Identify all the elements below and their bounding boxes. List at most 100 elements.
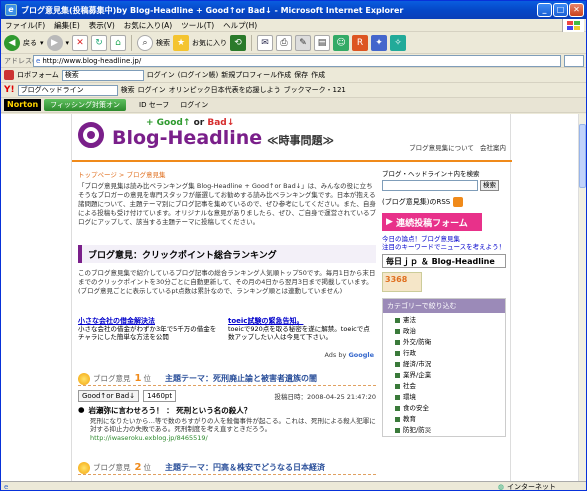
menu-help[interactable]: ヘルプ(H) bbox=[223, 20, 257, 31]
category-item[interactable]: 外交/防衛 bbox=[395, 337, 501, 348]
phishing-protection-toggle[interactable]: フィッシング対策オン bbox=[44, 99, 127, 111]
good-bad-button[interactable]: Good↑or Bad↓ bbox=[78, 390, 140, 402]
roboform-login-link[interactable]: ログイン bbox=[147, 70, 175, 80]
new-profile-link[interactable]: 新規プロフィール作成 bbox=[221, 70, 291, 80]
discuss-icon[interactable]: ▤ bbox=[314, 34, 331, 51]
plugin-icon-2[interactable]: ✧ bbox=[390, 34, 407, 51]
forward-arrow-icon[interactable]: ▶ bbox=[46, 34, 63, 51]
ad-text: toeicで920点を取る秘密を遂に解禁。toeicで点数アップしたい人は今見て… bbox=[228, 325, 370, 341]
rss-label[interactable]: (ブログ意見集)のRSS bbox=[382, 197, 450, 207]
make-link[interactable]: 作成 bbox=[311, 70, 325, 80]
ad-item[interactable]: 小さな会社の借金解決法 小さな会社の借金がわずか3年で5千万の借金を チャラにし… bbox=[78, 317, 223, 341]
category-label[interactable]: 行政 bbox=[403, 348, 416, 359]
yahoo-search-button[interactable]: 検索 bbox=[121, 85, 135, 95]
site-logo-icon[interactable] bbox=[78, 122, 104, 148]
yahoo-login-link[interactable]: ログイン bbox=[138, 85, 166, 95]
back-dropdown-icon[interactable]: ▾ bbox=[40, 39, 44, 47]
ads-by-google[interactable]: Ads by Google bbox=[324, 351, 374, 359]
favorites-star-icon[interactable]: ★ bbox=[173, 34, 190, 51]
entry-url[interactable]: http://iwaseroku.exblog.jp/8465519/ bbox=[90, 434, 376, 442]
menu-file[interactable]: ファイル(F) bbox=[5, 20, 45, 31]
entry-theme-link[interactable]: 主題テーマ：死刑廃止論と被害者遺族の闇 bbox=[165, 373, 317, 384]
menu-tools[interactable]: ツール(T) bbox=[181, 20, 214, 31]
roboform-label[interactable]: ロボフォーム bbox=[17, 70, 59, 80]
category-item[interactable]: 政治 bbox=[395, 326, 501, 337]
category-item[interactable]: 経済/市況 bbox=[395, 359, 501, 370]
maximize-button[interactable]: □ bbox=[553, 3, 568, 17]
norton-login-link[interactable]: ログイン bbox=[180, 100, 208, 110]
category-label[interactable]: 教育 bbox=[403, 414, 416, 425]
category-label[interactable]: 外交/防衛 bbox=[403, 337, 431, 348]
category-item[interactable]: 環境 bbox=[395, 392, 501, 403]
menu-edit[interactable]: 編集(E) bbox=[54, 20, 80, 31]
print-icon[interactable]: ⎙ bbox=[276, 34, 293, 51]
research-icon[interactable]: R bbox=[352, 34, 369, 51]
id-safe-link[interactable]: ID セーフ bbox=[139, 100, 169, 110]
edit-icon[interactable]: ✎ bbox=[295, 34, 312, 51]
category-label[interactable]: 環境 bbox=[403, 392, 416, 403]
ad-item[interactable]: toeic試験の緊急告知。 toeicで920点を取る秘密を遂に解禁。toeic… bbox=[228, 317, 373, 341]
sidebar-search-button[interactable]: 検索 bbox=[480, 180, 499, 191]
history-icon[interactable]: ⟲ bbox=[230, 34, 247, 51]
category-label[interactable]: 政治 bbox=[403, 326, 416, 337]
entry-title-text[interactable]: 岩瀬弥に言わせろう！ ： 死刑という名の殺人？ bbox=[89, 405, 252, 416]
vertical-scrollbar[interactable] bbox=[578, 114, 586, 481]
rss-link[interactable]: (ブログ意見集)のRSS bbox=[382, 197, 506, 207]
save-link[interactable]: 保存 bbox=[294, 70, 308, 80]
category-label[interactable]: 防犯/防災 bbox=[403, 425, 431, 436]
category-item[interactable]: 教育 bbox=[395, 414, 501, 425]
category-item[interactable]: 防犯/防災 bbox=[395, 425, 501, 436]
category-label[interactable]: 経済/市況 bbox=[403, 359, 431, 370]
category-label[interactable]: 社会 bbox=[403, 381, 416, 392]
mail-icon[interactable]: ✉ bbox=[257, 34, 274, 51]
favorites-button-label[interactable]: お気に入り bbox=[192, 38, 227, 48]
menu-favorites[interactable]: お気に入り(A) bbox=[124, 20, 172, 31]
site-logo-text[interactable]: Blog-Headline bbox=[112, 127, 262, 149]
minimize-button[interactable]: _ bbox=[537, 3, 552, 17]
category-item[interactable]: 社会 bbox=[395, 381, 501, 392]
category-item[interactable]: 業界/企業 bbox=[395, 370, 501, 381]
olympic-link[interactable]: オリンピック日本代表を応援しよう bbox=[169, 85, 281, 95]
entry-title[interactable]: ● 岩瀬弥に言わせろう！ ： 死刑という名の殺人？ bbox=[78, 405, 376, 416]
category-label[interactable]: 業界/企業 bbox=[403, 370, 431, 381]
search-button-label[interactable]: 検索 bbox=[156, 38, 170, 48]
category-item[interactable]: 行政 bbox=[395, 348, 501, 359]
ad-title[interactable]: toeic試験の緊急告知。 bbox=[228, 317, 373, 325]
breadcrumb[interactable]: トップページ > ブログ意見集 bbox=[78, 169, 165, 179]
address-url[interactable]: http://www.blog-headline.jp/ bbox=[42, 57, 141, 65]
mainichi-banner[interactable]: 毎日ｊｐ ＆ Blog-Headline bbox=[382, 254, 506, 268]
entry-theme-link[interactable]: 主題テーマ：円高＆株安でどうなる日本経済 bbox=[165, 462, 325, 473]
forward-dropdown-icon[interactable]: ▾ bbox=[66, 39, 70, 47]
yahoo-search-input[interactable]: ブログヘッドライン bbox=[17, 84, 118, 96]
back-arrow-icon[interactable]: ◀ bbox=[4, 34, 20, 51]
toolbar-separator bbox=[131, 34, 133, 51]
home-icon[interactable]: ⌂ bbox=[110, 34, 127, 51]
category-label[interactable]: 食の安全 bbox=[403, 403, 429, 414]
address-dropdown-icon[interactable] bbox=[564, 54, 584, 67]
category-item[interactable]: 憲法 bbox=[395, 315, 501, 326]
company-link[interactable]: 会社案内 bbox=[480, 144, 506, 152]
news-link-1[interactable]: 今日の論点！ブログ意見集 bbox=[382, 235, 506, 243]
yahoo-bookmark-link[interactable]: ブックマーク・121 bbox=[284, 85, 346, 95]
about-link[interactable]: ブログ意見集について bbox=[409, 144, 474, 152]
category-label[interactable]: 憲法 bbox=[403, 315, 416, 326]
rss-icon[interactable] bbox=[453, 197, 464, 207]
address-input[interactable]: e http://www.blog-headline.jp/ bbox=[33, 54, 561, 67]
post-form-label[interactable]: 連続投稿フォーム bbox=[396, 216, 468, 229]
scrollbar-thumb[interactable] bbox=[579, 124, 586, 188]
menu-view[interactable]: 表示(V) bbox=[89, 20, 115, 31]
close-button[interactable]: ✕ bbox=[569, 3, 584, 17]
post-form-button[interactable]: ▶ 連続投稿フォーム bbox=[382, 213, 482, 231]
refresh-icon[interactable]: ↻ bbox=[91, 34, 108, 51]
category-item[interactable]: 食の安全 bbox=[395, 403, 501, 414]
news-link-2[interactable]: 注目のキーワードでニュースを考えよう！ bbox=[382, 243, 506, 251]
back-button-label[interactable]: 戻る bbox=[23, 38, 37, 48]
roboform-login-cache-link[interactable]: (ログイン帳) bbox=[178, 70, 218, 80]
ad-title[interactable]: 小さな会社の借金解決法 bbox=[78, 317, 223, 325]
search-icon[interactable]: ⌕ bbox=[137, 34, 154, 51]
sidebar-search-input[interactable] bbox=[382, 180, 478, 191]
roboform-search-input[interactable]: 検索 bbox=[61, 69, 144, 81]
messenger-icon[interactable]: ☺ bbox=[333, 34, 350, 51]
stop-icon[interactable]: ✕ bbox=[72, 34, 89, 51]
plugin-icon[interactable]: ✦ bbox=[371, 34, 388, 51]
